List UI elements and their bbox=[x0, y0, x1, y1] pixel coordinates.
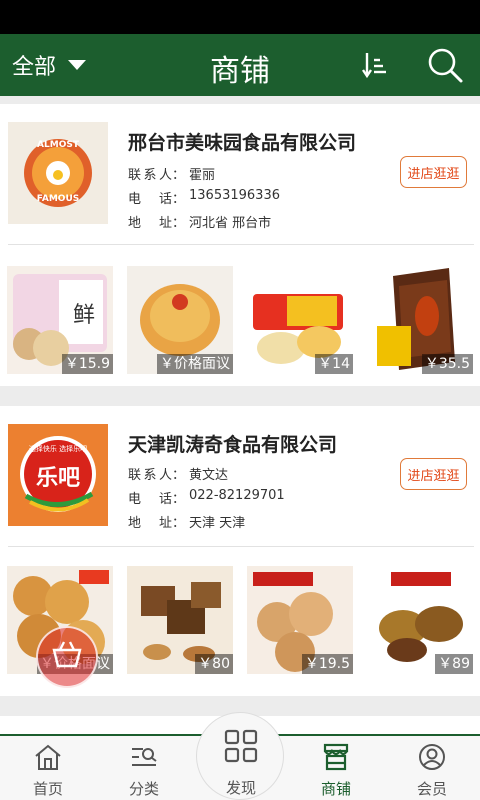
nav-shops[interactable]: 商铺 bbox=[288, 734, 384, 800]
nav-discover-label: 发现 bbox=[225, 779, 256, 797]
phone-value[interactable]: 022-82129701 bbox=[189, 488, 285, 507]
nav-member[interactable]: 会员 bbox=[384, 734, 480, 800]
visit-shop-button[interactable]: 进店逛逛 bbox=[400, 156, 467, 188]
address-value: 河北省 邢台市 bbox=[189, 216, 272, 231]
category-icon bbox=[132, 748, 157, 766]
product-thumbnail[interactable]: ￥价格面议 bbox=[127, 266, 233, 374]
floating-cart-button[interactable] bbox=[36, 626, 98, 688]
address-value: 天津 天津 bbox=[189, 516, 246, 531]
phone-value[interactable]: 13653196336 bbox=[189, 188, 280, 207]
nav-discover[interactable]: 发现 bbox=[196, 712, 284, 800]
search-icon[interactable] bbox=[426, 46, 466, 84]
contact-row: 联系人： 黄文达 bbox=[128, 464, 228, 483]
nav-shops-label: 商铺 bbox=[320, 780, 351, 798]
nav-member-label: 会员 bbox=[416, 780, 447, 798]
contact-label: 联系人 bbox=[128, 468, 172, 483]
nav-category[interactable]: 分类 bbox=[96, 734, 192, 800]
address-row: 地址： 河北省 邢台市 bbox=[128, 212, 271, 231]
logo-text: 乐吧 bbox=[35, 466, 80, 491]
product-thumbnail[interactable]: ￥89 bbox=[367, 566, 473, 674]
product-price: ￥14 bbox=[315, 354, 353, 374]
phone-row: 电话： 022-82129701 bbox=[128, 488, 285, 507]
phone-row: 电话： 13653196336 bbox=[128, 188, 280, 207]
product-thumbnail[interactable]: ￥80 bbox=[127, 566, 233, 674]
address-row: 地址： 天津 天津 bbox=[128, 512, 245, 531]
chevron-down-icon bbox=[68, 60, 87, 70]
filter-label: 全部 bbox=[12, 55, 57, 80]
phone-label: 电话 bbox=[128, 192, 172, 207]
shop-name[interactable]: 邢台市美味园食品有限公司 bbox=[128, 128, 356, 155]
home-icon bbox=[35, 744, 61, 770]
logo-subtext: 选择快乐 选择乐吧 bbox=[28, 445, 88, 453]
divider bbox=[8, 244, 474, 245]
contact-row: 联系人： 霍丽 bbox=[128, 164, 215, 183]
visit-shop-button[interactable]: 进店逛逛 bbox=[400, 458, 467, 490]
nav-home-label: 首页 bbox=[32, 780, 63, 798]
contact-value: 霍丽 bbox=[189, 168, 216, 183]
shop-icon bbox=[323, 743, 349, 771]
svg-text:鲜: 鲜 bbox=[73, 303, 95, 328]
shop-logo: 乐吧 选择快乐 选择乐吧 bbox=[8, 424, 108, 526]
nav-category-label: 分类 bbox=[128, 780, 159, 798]
product-price: ￥19.5 bbox=[301, 654, 353, 674]
product-price: ￥15.9 bbox=[61, 354, 113, 374]
shop-name[interactable]: 天津凯涛奇食品有限公司 bbox=[128, 430, 337, 457]
sort-icon[interactable] bbox=[360, 50, 390, 80]
product-price: ￥35.5 bbox=[421, 354, 473, 374]
status-bar bbox=[0, 0, 480, 34]
product-thumbnail[interactable]: 鲜 ￥15.9 bbox=[7, 266, 113, 374]
phone-label: 电话 bbox=[128, 492, 172, 507]
contact-value: 黄文达 bbox=[189, 468, 229, 483]
grid-icon bbox=[224, 729, 258, 763]
contact-label: 联系人 bbox=[128, 168, 172, 183]
product-price: ￥价格面议 bbox=[157, 354, 233, 374]
address-label: 地址 bbox=[128, 516, 172, 531]
product-price: ￥89 bbox=[435, 654, 473, 674]
product-price: ￥80 bbox=[195, 654, 233, 674]
product-thumbnail[interactable]: ￥35.5 bbox=[367, 266, 473, 374]
address-label: 地址 bbox=[128, 216, 172, 231]
category-filter-dropdown[interactable]: 全部 bbox=[12, 50, 87, 80]
logo-text-bottom: FAMOUS bbox=[36, 194, 80, 204]
shop-card[interactable]: ALMOST FAMOUS 邢台市美味园食品有限公司 联系人： 霍丽 电话： 1… bbox=[0, 104, 480, 386]
app-header: 全部 商铺 bbox=[0, 34, 480, 96]
user-icon bbox=[419, 744, 445, 770]
divider bbox=[8, 546, 474, 547]
product-thumbnail[interactable]: ￥14 bbox=[247, 266, 353, 374]
shop-logo: ALMOST FAMOUS bbox=[8, 122, 108, 224]
product-thumbnail[interactable]: ￥19.5 bbox=[247, 566, 353, 674]
logo-text-top: ALMOST bbox=[37, 140, 79, 150]
nav-home[interactable]: 首页 bbox=[0, 734, 96, 800]
